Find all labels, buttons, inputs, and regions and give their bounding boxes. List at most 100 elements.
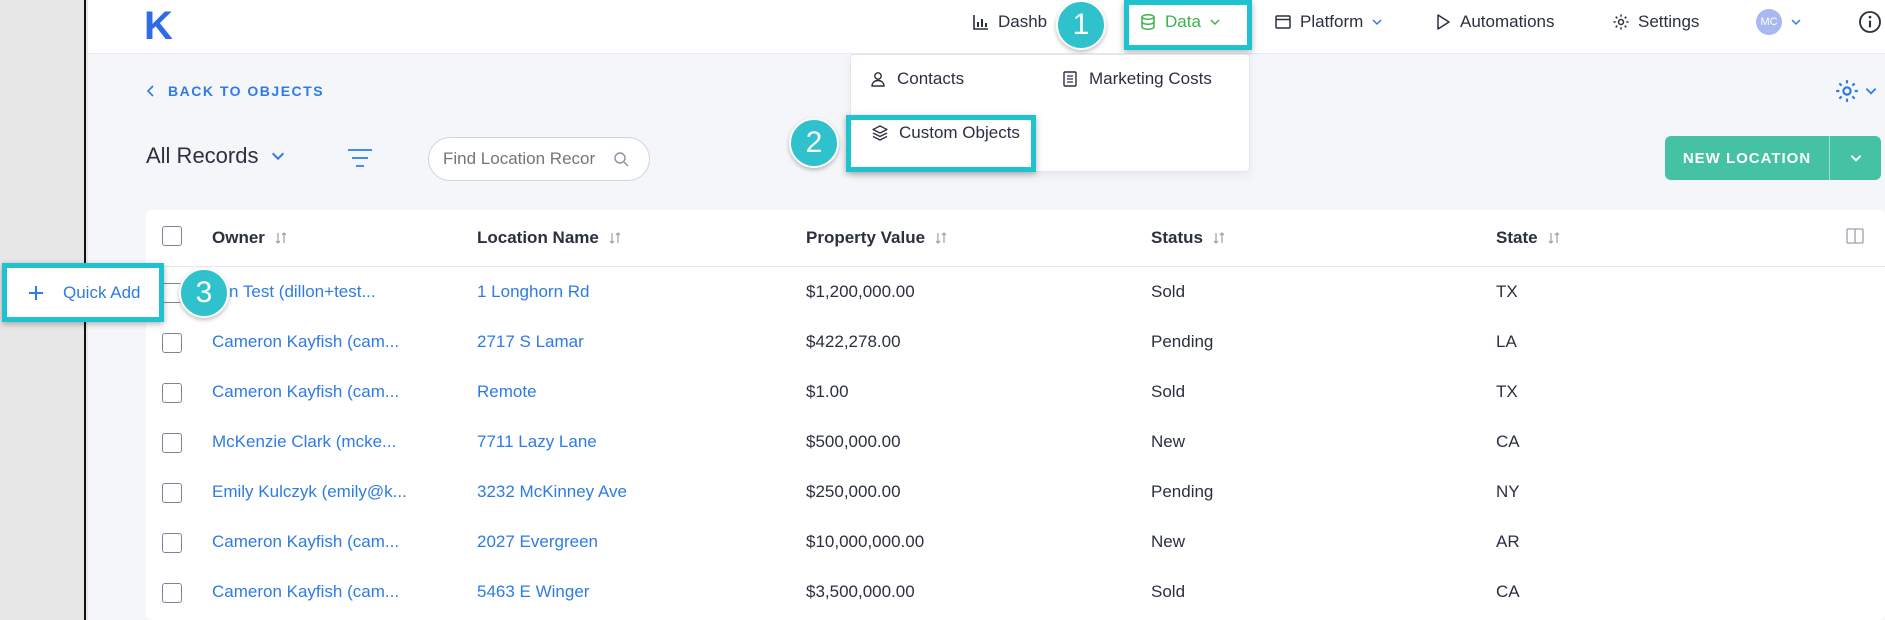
table-row[interactable]: Cameron Kayfish (cam... 5463 E Winger $3… [146,568,1885,618]
location-name-link[interactable]: Remote [477,382,537,402]
gear-icon [1613,14,1629,30]
search-box [428,137,650,181]
chevron-down-icon [272,152,285,161]
status-value: New [1151,432,1186,451]
nav-settings[interactable]: Settings [1612,0,1699,44]
nav-automations-label: Automations [1460,12,1555,31]
column-header-state[interactable]: State [1496,228,1560,248]
bar-chart-icon [973,15,988,30]
row-checkbox[interactable] [162,433,182,453]
state-value: CA [1496,582,1520,601]
nav-platform-label: Platform [1300,12,1364,31]
table-row[interactable]: llon Test (dillon+test... 1 Longhorn Rd … [146,268,1885,318]
nav-automations[interactable]: Automations [1434,0,1555,44]
row-checkbox[interactable] [162,333,182,353]
nav-dashboard-label: Dashb [998,12,1048,31]
property-value: $3,500,000.00 [806,582,915,601]
quick-add-button[interactable]: Quick Add [2,263,164,322]
location-name-link[interactable]: 1 Longhorn Rd [477,282,589,302]
select-all-checkbox[interactable] [162,226,182,246]
search-input[interactable] [443,149,613,169]
quick-add-label: Quick Add [63,282,141,302]
app-window: K Dashb Data Platform Automations Settin… [88,0,1885,620]
owner-link[interactable]: llon Test (dillon+test... [212,282,376,302]
info-button[interactable] [1858,0,1882,44]
callout-badge-3: 3 [179,268,229,318]
new-location-button-group: NEW LOCATION [1665,136,1881,180]
menu-item-marketing-costs-label: Marketing Costs [1089,69,1212,88]
avatar: MC [1756,9,1782,35]
chevron-down-icon [1865,88,1877,95]
callout-badge-2: 2 [789,118,839,168]
user-menu[interactable]: MC [1756,0,1802,44]
table-header: Owner Location Name Property Value Statu… [146,210,1885,267]
object-settings-button[interactable] [1834,78,1878,104]
new-location-menu-button[interactable] [1829,136,1881,180]
location-name-link[interactable]: 7711 Lazy Lane [477,432,597,452]
row-checkbox[interactable] [162,583,182,603]
column-header-label: State [1496,228,1538,247]
owner-link[interactable]: McKenzie Clark (mcke... [212,432,396,452]
owner-link[interactable]: Cameron Kayfish (cam... [212,382,399,402]
column-settings-button[interactable] [1846,228,1864,249]
row-checkbox[interactable] [162,383,182,403]
table-row[interactable]: Cameron Kayfish (cam... 2717 S Lamar $42… [146,318,1885,368]
state-value: LA [1496,332,1517,351]
state-value: TX [1496,282,1518,301]
location-name-link[interactable]: 2027 Evergreen [477,532,598,552]
status-value: Pending [1151,332,1214,351]
column-header-property-value[interactable]: Property Value [806,228,947,248]
property-value: $422,278.00 [806,332,901,351]
records-table: Owner Location Name Property Value Statu… [146,210,1885,620]
receipt-icon [1063,71,1077,87]
table-row[interactable]: Emily Kulczyk (emily@k... 3232 McKinney … [146,468,1885,518]
back-to-objects-link[interactable]: BACK TO OBJECTS [146,83,324,99]
column-header-owner[interactable]: Owner [212,228,287,248]
state-value: NY [1496,482,1520,501]
owner-link[interactable]: Cameron Kayfish (cam... [212,532,399,552]
filter-button[interactable] [346,146,374,175]
search-icon [614,152,629,167]
new-location-button[interactable]: NEW LOCATION [1665,150,1829,167]
sort-icon [275,232,287,244]
property-value: $10,000,000.00 [806,532,925,551]
state-value: AR [1496,532,1520,551]
info-icon [1859,11,1881,33]
brand-logo[interactable]: K [144,4,173,49]
state-value: TX [1496,382,1518,401]
columns-icon [1846,228,1864,244]
property-value: $250,000.00 [806,482,901,501]
sort-icon [609,232,621,244]
window-icon [1275,15,1291,29]
gear-icon [1836,80,1858,102]
row-checkbox[interactable] [162,533,182,553]
callout-box-custom-objects [846,115,1036,172]
owner-link[interactable]: Cameron Kayfish (cam... [212,582,399,602]
row-checkbox[interactable] [162,483,182,503]
chevron-down-icon [1850,155,1861,162]
status-value: Sold [1151,582,1186,601]
owner-link[interactable]: Emily Kulczyk (emily@k... [212,482,407,502]
location-name-link[interactable]: 5463 E Winger [477,582,589,602]
status-value: Pending [1151,482,1214,501]
menu-item-contacts[interactable]: Contacts [869,69,964,89]
nav-dashboard[interactable]: Dashb [972,0,1047,44]
owner-link[interactable]: Cameron Kayfish (cam... [212,332,399,352]
location-name-link[interactable]: 3232 McKinney Ave [477,482,627,502]
sort-icon [1213,232,1225,244]
user-icon [871,72,885,87]
table-row[interactable]: Cameron Kayfish (cam... Remote $1.00 Sol… [146,368,1885,418]
location-name-link[interactable]: 2717 S Lamar [477,332,584,352]
property-value: $1,200,000.00 [806,282,915,301]
chevron-down-icon [1791,19,1801,26]
menu-item-marketing-costs[interactable]: Marketing Costs [1061,69,1212,89]
nav-platform[interactable]: Platform [1274,0,1383,44]
column-header-status[interactable]: Status [1151,228,1225,248]
table-row[interactable]: Cameron Kayfish (cam... 2027 Evergreen $… [146,518,1885,568]
view-selector[interactable]: All Records [146,143,286,169]
callout-box-data [1124,0,1252,50]
column-header-location-name[interactable]: Location Name [477,228,621,248]
menu-item-contacts-label: Contacts [897,69,965,88]
status-value: Sold [1151,282,1186,301]
table-row[interactable]: McKenzie Clark (mcke... 7711 Lazy Lane $… [146,418,1885,468]
